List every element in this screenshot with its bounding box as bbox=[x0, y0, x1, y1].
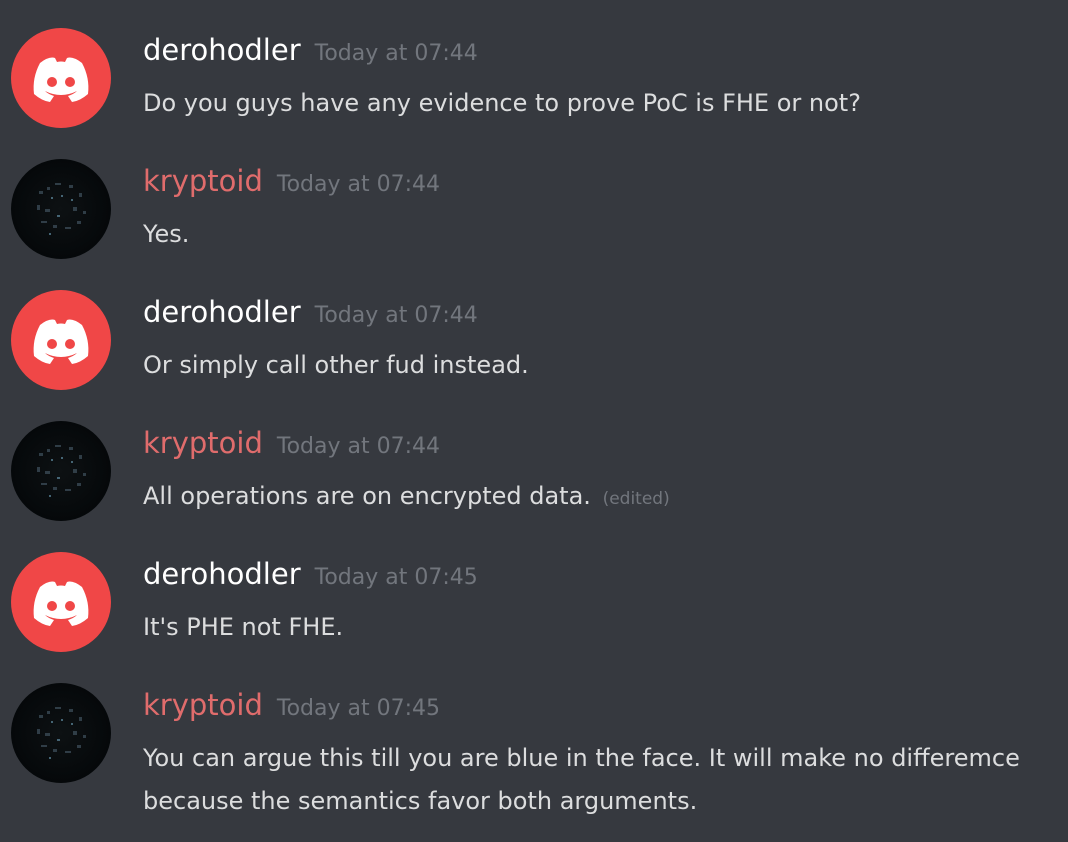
message-timestamp: Today at 07:45 bbox=[276, 696, 440, 721]
user-avatar-derohodler[interactable] bbox=[11, 552, 111, 652]
discord-logo-icon bbox=[33, 319, 89, 364]
username[interactable]: derohodler bbox=[143, 295, 301, 329]
message-content: It's PHE not FHE. bbox=[143, 606, 1043, 649]
user-avatar-derohodler[interactable] bbox=[11, 28, 111, 128]
message-text: Do you guys have any evidence to prove P… bbox=[143, 89, 861, 117]
message-header: kryptoid Today at 07:44 bbox=[143, 426, 440, 460]
user-avatar-kryptoid[interactable] bbox=[11, 421, 111, 521]
message-timestamp: Today at 07:44 bbox=[314, 41, 478, 66]
message-header: derohodler Today at 07:44 bbox=[143, 295, 478, 329]
message-content: Do you guys have any evidence to prove P… bbox=[143, 82, 1043, 125]
dark-pixel-avatar-icon bbox=[37, 707, 86, 759]
edited-marker: (edited) bbox=[602, 489, 670, 509]
message-timestamp: Today at 07:44 bbox=[314, 303, 478, 328]
message-text: It's PHE not FHE. bbox=[143, 613, 344, 641]
message-timestamp: Today at 07:45 bbox=[314, 565, 478, 590]
dark-pixel-avatar-icon bbox=[37, 445, 86, 497]
discord-logo-icon bbox=[33, 57, 89, 102]
message-content: Yes. bbox=[143, 213, 1043, 256]
message-text: You can argue this till you are blue in … bbox=[143, 744, 1020, 815]
message-content: Or simply call other fud instead. bbox=[143, 344, 1043, 387]
message-header: derohodler Today at 07:44 bbox=[143, 33, 478, 67]
dark-pixel-avatar-icon bbox=[37, 183, 86, 235]
message-content: You can argue this till you are blue in … bbox=[143, 737, 1043, 823]
chat-messages-list: derohodler Today at 07:44 Do you guys hav… bbox=[0, 0, 1068, 842]
message-header: kryptoid Today at 07:44 bbox=[143, 164, 440, 198]
username[interactable]: kryptoid bbox=[143, 688, 263, 722]
user-avatar-kryptoid[interactable] bbox=[11, 683, 111, 783]
user-avatar-kryptoid[interactable] bbox=[11, 159, 111, 259]
user-avatar-derohodler[interactable] bbox=[11, 290, 111, 390]
discord-logo-icon bbox=[33, 581, 89, 626]
message-content: All operations are on encrypted data. (e… bbox=[143, 475, 1043, 521]
message-text: All operations are on encrypted data. bbox=[143, 482, 591, 510]
message-text: Yes. bbox=[143, 220, 190, 248]
username[interactable]: derohodler bbox=[143, 557, 301, 591]
message-header: kryptoid Today at 07:45 bbox=[143, 688, 440, 722]
username[interactable]: kryptoid bbox=[143, 164, 263, 198]
message-text: Or simply call other fud instead. bbox=[143, 351, 529, 379]
username[interactable]: kryptoid bbox=[143, 426, 263, 460]
message-timestamp: Today at 07:44 bbox=[276, 434, 440, 459]
message-timestamp: Today at 07:44 bbox=[276, 172, 440, 197]
username[interactable]: derohodler bbox=[143, 33, 301, 67]
message-header: derohodler Today at 07:45 bbox=[143, 557, 478, 591]
